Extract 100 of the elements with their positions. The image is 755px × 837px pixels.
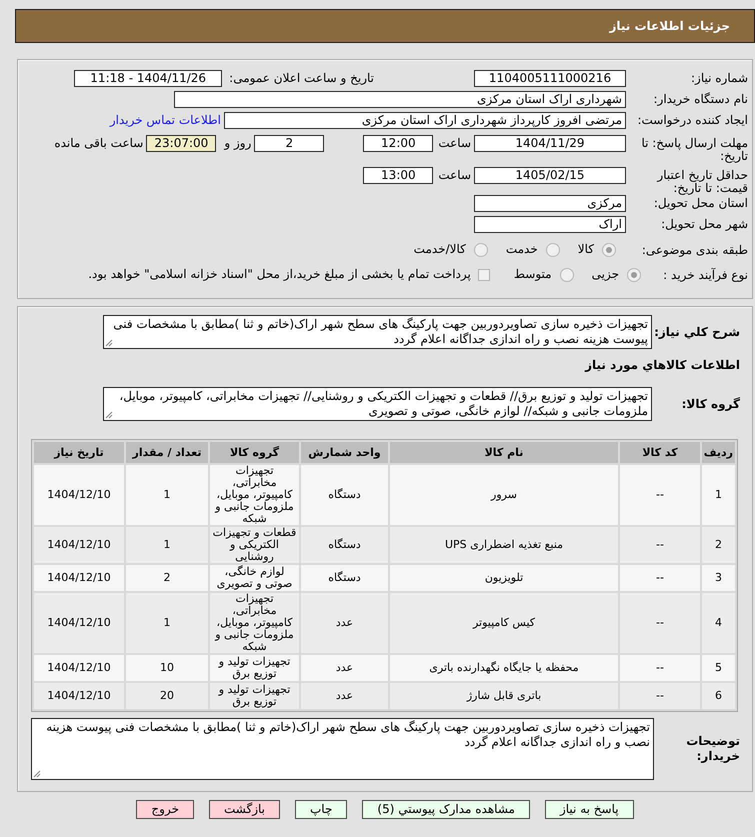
description-textarea[interactable]: تجهیزات ذخیره سازی تصاویردوربین جهت پارکینگ های سطح شهر اراک(خاتم و ثنا )مطابق با مشخصات فنی پیوست هزینه نصب و راه اندازی جداگانه اعلام گردد: [103, 315, 652, 349]
requester-label: ایجاد کننده درخواست:: [637, 113, 748, 127]
column-header: تاریخ نیاز: [34, 442, 124, 463]
announce-datetime-label: تاریخ و ساعت اعلان عمومی:: [229, 70, 374, 87]
remaining-time-label: ساعت باقی مانده: [54, 135, 144, 152]
checkbox[interactable]: [478, 268, 490, 280]
column-header: تعداد / مقدار: [126, 442, 208, 463]
table-cell: 1404/12/10: [34, 465, 124, 525]
table-cell: تجهیزات مخابراتی، کامپیوتر، موبایل، ملزومات جانبی و شبکه: [210, 465, 299, 525]
checkbox-label: پرداخت تمام یا بخشی از مبلغ خرید،از محل "اسناد خزانه اسلامی" خواهد بود.: [88, 266, 471, 283]
table-cell: کیس کامپیوتر: [390, 593, 618, 653]
need-number-field[interactable]: 1104005111000216: [474, 70, 626, 87]
table-cell: 4: [702, 593, 735, 653]
table-cell: 1: [126, 465, 208, 525]
time-label: ساعت: [438, 135, 471, 152]
goods-heading: اطلاعات کالاهاي مورد نیاز: [585, 357, 740, 373]
validity-date-field[interactable]: 1405/02/15: [474, 167, 626, 184]
announce-datetime-field[interactable]: 1404/11/26 - 11:18: [74, 70, 222, 87]
buyer-contact-link[interactable]: اطلاعات تماس خریدار: [110, 112, 221, 129]
table-cell: --: [620, 683, 700, 709]
column-header: واحد شمارش: [301, 442, 388, 463]
action-button[interactable]: مشاهده مدارک پیوستي (5): [362, 800, 530, 819]
action-button[interactable]: پاسخ به نیاز: [544, 800, 634, 819]
table-cell: عدد: [301, 655, 388, 681]
table-cell: دستگاه: [301, 527, 388, 563]
table-cell: دستگاه: [301, 565, 388, 591]
purchase-process-label: نوع فرآیند خرید :: [663, 268, 748, 282]
table-cell: 6: [702, 683, 735, 709]
radio-button[interactable]: [560, 268, 574, 282]
buyer-org-label: نام دستگاه خریدار:: [654, 92, 748, 106]
table-cell: --: [620, 565, 700, 591]
goods-group-textarea[interactable]: تجهیزات تولید و توزیع برق// قطعات و تجهیزات الکتریکی و روشنایی// تجهیزات مخابراتی، کامپیوتر، موبایل، ملزومات جانبی و شبکه// لوازم خانگی، صوتی و تصویری: [103, 387, 652, 421]
radio-label: متوسط: [514, 266, 552, 283]
reply-deadline-label: مهلت ارسال پاسخ: تا تاریخ:: [641, 136, 748, 163]
price-validity-label: حداقل تاریخ اعتبار قیمت: تا تاریخ:: [657, 168, 748, 195]
radio-label: کالا: [578, 241, 594, 258]
table-cell: تجهیزات تولید و توزیع برق: [210, 683, 299, 709]
table-cell: --: [620, 593, 700, 653]
action-button[interactable]: چاپ: [295, 800, 348, 819]
table-cell: عدد: [301, 683, 388, 709]
table-cell: 5: [702, 655, 735, 681]
time-label: ساعت: [438, 167, 471, 184]
page-title: جزئیات اطلاعات نیاز: [609, 19, 730, 33]
column-header: ردیف: [702, 442, 735, 463]
radio-button[interactable]: [474, 242, 488, 256]
table-cell: 1404/12/10: [34, 565, 124, 591]
action-button[interactable]: بازگشت: [209, 800, 280, 819]
buyer-org-field[interactable]: شهرداری اراک استان مرکزی: [174, 91, 626, 108]
table-cell: منبع تغذیه اضطراری UPS: [390, 527, 618, 563]
radio-button[interactable]: [602, 242, 616, 256]
subject-category-label: طبقه بندی موضوعی:: [642, 242, 748, 256]
table-cell: 1404/12/10: [34, 527, 124, 563]
table-cell: 1404/12/10: [34, 593, 124, 653]
column-header: گروه کالا: [210, 442, 299, 463]
table-cell: 2: [702, 527, 735, 563]
radio-label: جزیی: [592, 266, 619, 283]
resize-grip-icon[interactable]: [33, 770, 41, 778]
delivery-city-label: شهر محل تحویل:: [661, 217, 748, 231]
days-label: روز و: [224, 135, 252, 152]
table-cell: 1: [702, 465, 735, 525]
table-cell: 1: [126, 527, 208, 563]
need-number-label: شماره نیاز:: [691, 71, 748, 85]
validity-time-field[interactable]: 13:00: [363, 167, 434, 184]
action-button[interactable]: خروج: [136, 800, 194, 819]
table-cell: تلویزیون: [390, 565, 618, 591]
description-label: شرح کلي نیاز:: [654, 324, 740, 338]
remaining-time-field[interactable]: 23:07:00: [146, 135, 216, 152]
table-cell: تجهیزات تولید و توزیع برق: [210, 655, 299, 681]
delivery-province-label: استان محل تحویل:: [654, 196, 748, 210]
deadline-date-field[interactable]: 1404/11/29: [474, 135, 626, 152]
radio-button[interactable]: [546, 242, 560, 256]
table-cell: محفظه یا جایگاه نگهدارنده باتری: [390, 655, 618, 681]
table-cell: 10: [126, 655, 208, 681]
table-cell: 3: [702, 565, 735, 591]
table-cell: 1404/12/10: [34, 683, 124, 709]
radio-label: خدمت: [506, 241, 538, 258]
resize-grip-icon[interactable]: [105, 339, 113, 347]
column-header: کد کالا: [620, 442, 700, 463]
deadline-time-field[interactable]: 12:00: [363, 135, 434, 152]
radio-button[interactable]: [627, 268, 641, 282]
table-cell: --: [620, 527, 700, 563]
buyer-notes-textarea[interactable]: تجهیزات ذخیره سازی تصاویردوربین جهت پارکینگ های سطح شهر اراک(خاتم و ثنا )مطابق با مشخصات فنی پیوست هزینه نصب و راه اندازی جداگانه اعلام گردد: [31, 718, 654, 780]
requester-field[interactable]: مرتضی افروز کارپرداز شهرداری اراک استان مرکزی: [224, 112, 626, 129]
delivery-city-field[interactable]: اراک: [474, 216, 626, 233]
table-cell: تجهیزات مخابراتی، کامپیوتر، موبایل، ملزومات جانبی و شبکه: [210, 593, 299, 653]
days-field[interactable]: 2: [254, 135, 324, 152]
column-header: نام کالا: [390, 442, 618, 463]
resize-grip-icon[interactable]: [105, 411, 113, 419]
radio-label: کالا/خدمت: [414, 241, 466, 258]
buyer-notes-label: توضیحات خریدار:: [686, 734, 740, 763]
table-cell: دستگاه: [301, 465, 388, 525]
table-cell: --: [620, 465, 700, 525]
table-cell: باتری قابل شارژ: [390, 683, 618, 709]
table-cell: 1: [126, 593, 208, 653]
table-cell: قطعات و تجهیزات الکتریکی و روشنایی: [210, 527, 299, 563]
goods-group-label: گروه کالا:: [682, 396, 740, 410]
table-cell: لوازم خانگی، صوتی و تصویری: [210, 565, 299, 591]
table-cell: سرور: [390, 465, 618, 525]
delivery-province-field[interactable]: مرکزی: [474, 195, 626, 212]
table-cell: --: [620, 655, 700, 681]
